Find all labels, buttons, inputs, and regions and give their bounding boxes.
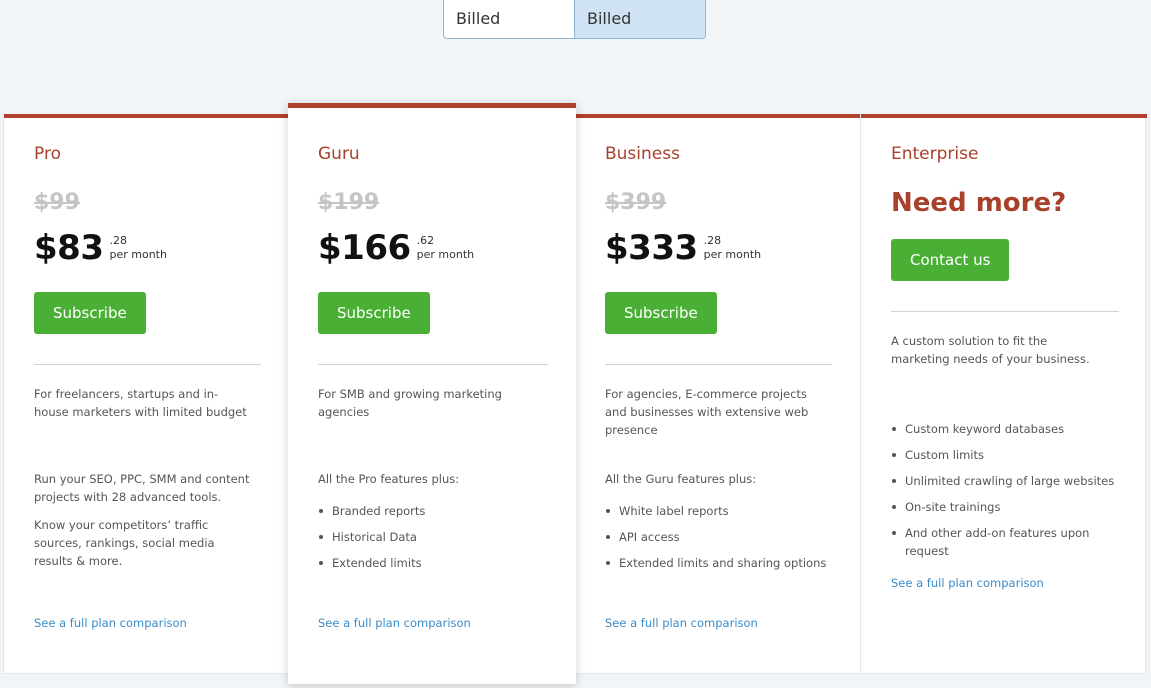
plan-paragraph: Know your competitors’ traffic sources, … xyxy=(34,518,215,568)
feature-item: Unlimited crawling of large websites xyxy=(891,472,1116,490)
subscribe-button[interactable]: Subscribe xyxy=(318,292,430,334)
plan-card-pro: Pro $99 $83 .28 per month Subscribe For … xyxy=(4,114,289,673)
full-plan-comparison-link[interactable]: See a full plan comparison xyxy=(34,616,187,630)
price: $333 .28 per month xyxy=(605,228,761,268)
feature-item: White label reports xyxy=(605,502,835,520)
plan-card-enterprise: Enterprise Need more? Contact us A custo… xyxy=(860,114,1147,673)
pricing-cards: Pro $99 $83 .28 per month Subscribe For … xyxy=(3,103,1147,684)
plan-card-guru: Guru $199 $166 .62 per month Subscribe F… xyxy=(288,103,576,684)
price-period: per month xyxy=(703,248,762,261)
feature-list: Branded reports Historical Data Extended… xyxy=(318,502,425,580)
divider xyxy=(891,311,1119,312)
old-price: $99 xyxy=(34,190,80,215)
price: $166 .62 per month xyxy=(318,228,474,268)
plan-description: For freelancers, startups and in-house m… xyxy=(34,387,247,419)
price-period: per month xyxy=(109,248,167,261)
full-plan-comparison-link[interactable]: See a full plan comparison xyxy=(605,616,758,630)
price-meta: .28 per month xyxy=(704,234,761,262)
price-cents: .28 xyxy=(703,234,722,247)
feature-item: Custom limits xyxy=(891,446,1116,464)
features-intro: All the Pro features plus: xyxy=(318,472,460,486)
feature-list: Custom keyword databases Custom limits U… xyxy=(891,420,1116,568)
price-amount: $83 xyxy=(34,228,104,268)
subscribe-button[interactable]: Subscribe xyxy=(34,292,146,334)
plan-description: For SMB and growing marketing agencies xyxy=(318,387,502,419)
price-amount: $166 xyxy=(318,228,411,268)
subscribe-button[interactable]: Subscribe xyxy=(605,292,717,334)
billed-monthly-option[interactable]: Billed monthly xyxy=(444,0,575,38)
divider xyxy=(605,364,832,365)
plan-description: For agencies, E-commerce projects and bu… xyxy=(605,387,809,437)
feature-item: Extended limits and sharing options xyxy=(605,554,835,572)
feature-item: On-site trainings xyxy=(891,498,1116,516)
divider xyxy=(318,364,548,365)
price-cents: .62 xyxy=(416,234,435,247)
plan-card-business: Business $399 $333 .28 per month Subscri… xyxy=(575,114,860,673)
contact-us-button[interactable]: Contact us xyxy=(891,239,1010,281)
need-more-headline: Need more? xyxy=(891,188,1067,218)
plan-name: Enterprise xyxy=(891,144,979,164)
price-meta: .62 per month xyxy=(417,234,474,262)
plan-name: Pro xyxy=(34,144,61,164)
old-price: $199 xyxy=(318,190,380,215)
feature-list: White label reports API access Extended … xyxy=(605,502,835,580)
feature-item: Branded reports xyxy=(318,502,425,520)
plan-paragraph: Run your SEO, PPC, SMM and content proje… xyxy=(34,472,250,504)
billed-annually-option[interactable]: Billed annually xyxy=(575,0,705,38)
price-cents: .28 xyxy=(109,234,127,247)
plan-description: A custom solution to fit the marketing n… xyxy=(891,334,1090,366)
feature-item: API access xyxy=(605,528,835,546)
features-intro: All the Guru features plus: xyxy=(605,472,757,486)
billing-toggle: Billed monthly Billed annually xyxy=(443,0,706,39)
plan-name: Business xyxy=(605,144,680,164)
plan-name: Guru xyxy=(318,144,360,164)
full-plan-comparison-link[interactable]: See a full plan comparison xyxy=(318,616,471,630)
price-period: per month xyxy=(416,248,475,261)
divider xyxy=(34,364,261,365)
price-amount: $333 xyxy=(605,228,698,268)
old-price: $399 xyxy=(605,190,667,215)
full-plan-comparison-link[interactable]: See a full plan comparison xyxy=(891,576,1044,590)
feature-item: Custom keyword databases xyxy=(891,420,1116,438)
feature-item: Historical Data xyxy=(318,528,425,546)
price-meta: .28 per month xyxy=(109,234,166,262)
feature-item: Extended limits xyxy=(318,554,425,572)
feature-item: And other add-on features upon request xyxy=(891,524,1116,560)
price: $83 .28 per month xyxy=(34,228,167,268)
